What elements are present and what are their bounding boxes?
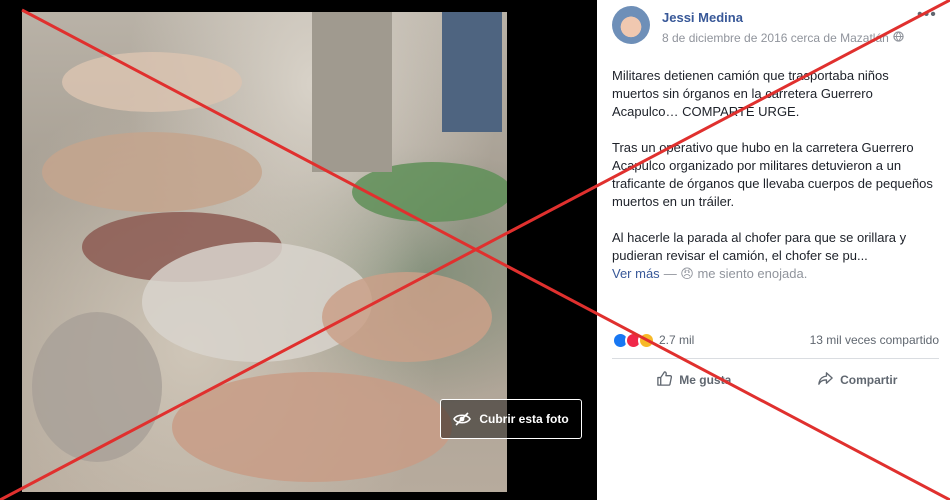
photo-figure [42, 132, 262, 212]
cover-photo-button[interactable]: Cubrir esta foto [440, 399, 582, 439]
share-count[interactable]: 13 mil veces compartido [810, 333, 939, 347]
like-label: Me gusta [679, 373, 732, 387]
eye-slash-icon [453, 412, 472, 426]
post-paragraph: Al hacerle la parada al chofer para que … [612, 230, 907, 263]
share-arrow-icon [817, 370, 834, 390]
post-body: Militares detienen camión que trasportab… [612, 67, 937, 283]
post-paragraph: Militares detienen camión que trasportab… [612, 68, 889, 119]
photo-figure [172, 372, 452, 482]
divider [612, 358, 939, 359]
photo-standing-person [442, 12, 502, 132]
feeling-text: — 😠 me siento enojada. [663, 266, 808, 281]
globe-icon [893, 31, 904, 45]
reaction-count[interactable]: 2.7 mil [659, 333, 694, 347]
photo-figure [322, 272, 492, 362]
sad-reaction-icon [638, 331, 655, 349]
post-panel: Jessi Medina 8 de diciembre de 2016 cerc… [597, 0, 950, 500]
post-meta: 8 de diciembre de 2016 cerca de Mazatlán [662, 31, 904, 45]
see-more-line: Ver más — 😠 me siento enojada. [612, 265, 937, 283]
share-label: Compartir [840, 373, 898, 387]
reaction-icons[interactable] [612, 331, 655, 349]
author-name[interactable]: Jessi Medina [662, 10, 743, 25]
like-button[interactable]: Me gusta [612, 370, 776, 390]
more-options-icon[interactable]: ••• [917, 6, 937, 24]
reactions-bar: 2.7 mil 13 mil veces compartido [612, 329, 939, 351]
post-photo[interactable] [22, 12, 507, 492]
post-paragraph: Tras un operativo que hubo en la carrete… [612, 140, 933, 209]
cover-photo-label: Cubrir esta foto [479, 412, 569, 426]
thumbs-up-icon [656, 370, 673, 390]
photo-pane: Cubrir esta foto [0, 0, 597, 500]
photo-pillar [312, 12, 392, 172]
post-date-location[interactable]: 8 de diciembre de 2016 cerca de Mazatlán [662, 31, 889, 45]
avatar[interactable] [612, 6, 650, 44]
photo-figure [62, 52, 242, 112]
see-more-link[interactable]: Ver más [612, 265, 660, 283]
share-button[interactable]: Compartir [776, 370, 940, 390]
photo-figure [32, 312, 162, 462]
action-bar: Me gusta Compartir [612, 362, 939, 398]
